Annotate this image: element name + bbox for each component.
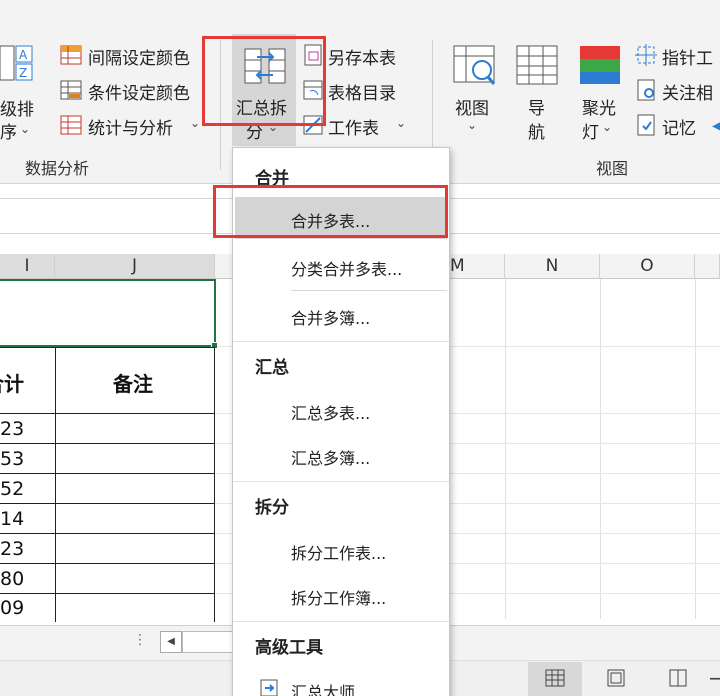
chevron-down-icon: ⌄ bbox=[190, 116, 201, 130]
menu-item-merge-multi-book[interactable]: 合并多簿... bbox=[291, 305, 370, 329]
nav-label-1[interactable]: 导 bbox=[528, 94, 545, 119]
memory-icon bbox=[635, 114, 657, 140]
table-border bbox=[0, 533, 215, 534]
chevron-down-icon: ⌄ bbox=[602, 120, 613, 134]
table-cell[interactable]: 52 bbox=[0, 478, 24, 500]
table-border bbox=[0, 413, 215, 414]
menu-separator bbox=[291, 290, 447, 291]
interval-color-button[interactable]: 间隔设定颜色 bbox=[88, 44, 190, 69]
gridline bbox=[505, 279, 506, 619]
header-total-cell[interactable]: 合计 bbox=[0, 368, 24, 397]
tab-split-handle[interactable]: ⋮ bbox=[133, 632, 147, 648]
menu-section-summary: 汇总 bbox=[255, 358, 289, 378]
spotlight-label-1[interactable]: 聚光 bbox=[582, 94, 616, 119]
table-border bbox=[214, 347, 215, 622]
menu-item-classify-merge[interactable]: 分类合并多表... bbox=[291, 256, 402, 280]
svg-text:Z: Z bbox=[19, 66, 27, 80]
menu-divider bbox=[233, 481, 449, 482]
menu-section-advanced: 高级工具 bbox=[255, 638, 323, 658]
table-border bbox=[0, 473, 215, 474]
menu-item-summary-multi-book[interactable]: 汇总多簿... bbox=[291, 445, 370, 469]
chevron-down-icon: ⌄ bbox=[20, 122, 31, 136]
pointer-icon bbox=[635, 44, 657, 70]
table-border bbox=[0, 593, 215, 594]
app-window: A Z 级排 序 ⌄ 间隔设定颜色 条件设定颜色 统计与分析 ⌄ 数据分析 汇总… bbox=[0, 0, 720, 696]
spotlight-icon[interactable] bbox=[578, 44, 622, 92]
normal-view-icon[interactable] bbox=[528, 662, 582, 696]
page-break-icon[interactable] bbox=[662, 662, 696, 696]
nav-label-2[interactable]: 航 bbox=[528, 118, 545, 143]
condition-color-button[interactable]: 条件设定颜色 bbox=[88, 79, 190, 104]
group-label-data-analysis: 数据分析 bbox=[25, 159, 90, 178]
menu-item-split-worksheet[interactable]: 拆分工作表... bbox=[291, 540, 386, 564]
table-cell[interactable]: 23 bbox=[0, 538, 24, 560]
attention-button[interactable]: 关注相 bbox=[662, 79, 713, 104]
stats-analysis-button[interactable]: 统计与分析 bbox=[88, 114, 173, 139]
stats-icon bbox=[60, 115, 82, 139]
save-as-button[interactable]: 另存本表 bbox=[328, 44, 396, 69]
table-border bbox=[0, 503, 215, 504]
attention-icon bbox=[635, 79, 657, 105]
table-border bbox=[0, 347, 215, 348]
table-border bbox=[55, 347, 56, 622]
table-cell[interactable]: 53 bbox=[0, 448, 24, 470]
page-layout-icon[interactable] bbox=[600, 662, 634, 696]
scroll-left-button[interactable]: ◀ bbox=[160, 631, 182, 653]
selected-cell[interactable] bbox=[0, 279, 216, 347]
table-cell[interactable]: 14 bbox=[0, 508, 24, 530]
view-button[interactable]: 视图 bbox=[455, 94, 489, 119]
column-header-p[interactable] bbox=[695, 254, 720, 279]
table-cell[interactable]: 09 bbox=[0, 597, 24, 619]
pointer-button[interactable]: 指针工 bbox=[662, 44, 713, 69]
table-border bbox=[0, 443, 215, 444]
svg-text:A: A bbox=[19, 48, 28, 62]
column-header-j[interactable]: J bbox=[55, 254, 215, 279]
column-header-i[interactable]: I bbox=[0, 254, 55, 279]
chevron-down-icon: ⌄ bbox=[396, 116, 407, 130]
header-note-cell[interactable]: 备注 bbox=[113, 368, 153, 397]
sort-label-2[interactable]: 序 bbox=[0, 118, 17, 143]
grid-color-icon bbox=[60, 45, 82, 69]
zoom-out-icon[interactable]: − bbox=[708, 666, 720, 690]
nav-icon[interactable] bbox=[515, 44, 559, 92]
menu-item-summary-master[interactable]: 汇总大师... bbox=[291, 679, 370, 696]
summary-master-icon bbox=[259, 678, 279, 696]
sort-icon[interactable]: A Z bbox=[0, 44, 34, 88]
column-header-m[interactable]: M bbox=[450, 254, 505, 279]
chevron-down-icon: ⌄ bbox=[467, 118, 478, 132]
highlight-box-merge-multi-sheet bbox=[213, 185, 448, 238]
group-label-view: 视图 bbox=[596, 159, 629, 178]
condition-color-icon bbox=[60, 80, 82, 104]
view-icon[interactable] bbox=[452, 44, 496, 92]
column-header-n[interactable]: N bbox=[505, 254, 600, 279]
gridline bbox=[600, 279, 601, 619]
menu-section-split: 拆分 bbox=[255, 498, 289, 518]
blue-arrow-icon[interactable]: ◀ bbox=[712, 118, 720, 134]
menu-item-summary-multi-sheet[interactable]: 汇总多表... bbox=[291, 400, 370, 424]
table-border bbox=[0, 563, 215, 564]
highlight-box-summary-split bbox=[202, 36, 326, 126]
worksheet-button[interactable]: 工作表 bbox=[328, 114, 379, 139]
spotlight-label-2[interactable]: 灯 bbox=[582, 118, 599, 143]
menu-divider bbox=[233, 621, 449, 622]
menu-item-split-workbook[interactable]: 拆分工作簿... bbox=[291, 585, 386, 609]
gridline bbox=[695, 279, 696, 619]
column-header-o[interactable]: O bbox=[600, 254, 695, 279]
sort-label-1[interactable]: 级排 bbox=[0, 95, 34, 120]
menu-divider bbox=[233, 341, 449, 342]
table-cell[interactable]: 80 bbox=[0, 568, 24, 590]
table-cell[interactable]: 23 bbox=[0, 418, 24, 440]
memory-button[interactable]: 记忆 bbox=[662, 114, 696, 139]
table-catalog-button[interactable]: 表格目录 bbox=[328, 79, 396, 104]
